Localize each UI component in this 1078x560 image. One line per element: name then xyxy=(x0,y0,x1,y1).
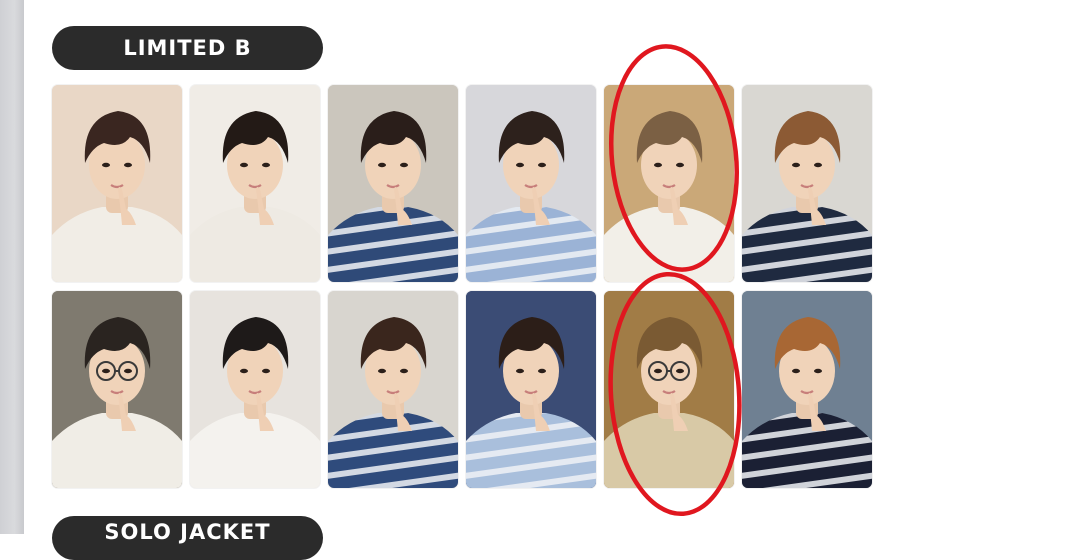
left-edge-rail xyxy=(0,0,24,534)
photocard[interactable] xyxy=(466,291,596,488)
photocard[interactable] xyxy=(190,291,320,488)
photocard[interactable] xyxy=(190,85,320,282)
photocard-image xyxy=(466,291,596,488)
photocard-image xyxy=(604,291,734,488)
photocard[interactable] xyxy=(604,85,734,282)
photocard-image xyxy=(604,85,734,282)
photocard[interactable] xyxy=(328,291,458,488)
photocard-image xyxy=(742,85,872,282)
photocard-image xyxy=(52,291,182,488)
photocard-image xyxy=(52,85,182,282)
photocard[interactable] xyxy=(328,85,458,282)
photocard[interactable] xyxy=(742,291,872,488)
photocard[interactable] xyxy=(52,85,182,282)
photocard-image xyxy=(328,291,458,488)
section-header-label: LIMITED B xyxy=(123,36,252,60)
photocard[interactable] xyxy=(604,291,734,488)
photocard-image xyxy=(742,291,872,488)
photocard-image xyxy=(466,85,596,282)
photocard-image xyxy=(190,85,320,282)
photocard[interactable] xyxy=(52,291,182,488)
section-header-limited-b: LIMITED B xyxy=(52,26,323,70)
photocard[interactable] xyxy=(742,85,872,282)
section-header-label: SOLO JACKET xyxy=(104,520,271,544)
photocard[interactable] xyxy=(466,85,596,282)
photocard-image xyxy=(190,291,320,488)
photocard-image xyxy=(328,85,458,282)
section-header-solo-jacket: SOLO JACKET xyxy=(52,516,323,560)
